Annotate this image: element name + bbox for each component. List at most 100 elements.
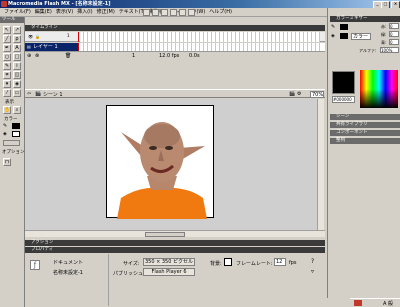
document-icon: ƒ — [30, 260, 40, 270]
oval-tool-icon[interactable]: ○ — [3, 53, 11, 61]
color-mixer-header[interactable]: カラーミキサー — [330, 16, 400, 22]
framerate-input[interactable]: 12 — [274, 258, 286, 266]
menu-item-3[interactable]: 挿入(I) — [77, 8, 92, 17]
window-title: Macromedia Flash MX - [名称未設定-1] — [8, 1, 111, 7]
text-tool-icon[interactable]: A — [13, 44, 21, 52]
playhead[interactable] — [78, 32, 79, 42]
title-bar: Macromedia Flash MX - [名称未設定-1] _ □ × — [0, 0, 400, 9]
smooth-tool-icon[interactable] — [152, 9, 159, 16]
back-arrow-icon[interactable]: ⇦ — [27, 91, 31, 97]
stage-vertical-scrollbar[interactable] — [317, 99, 324, 230]
timeline-status-bar: ⊕ ⊗ 🗑 1 12.0 fps 0.0s — [25, 51, 325, 60]
menu-item-8[interactable]: ヘルプ(H) — [209, 8, 232, 17]
right-eye — [165, 146, 173, 150]
pen-tool-icon[interactable]: ✒ — [3, 44, 11, 52]
align-tool-icon[interactable] — [188, 9, 195, 16]
help-icon[interactable]: ? — [311, 258, 314, 265]
horizontal-scroll-thumb[interactable] — [145, 232, 185, 237]
frame-rate-value: 12.0 fps — [159, 53, 180, 59]
subselect-tool-icon[interactable]: ↗ — [13, 26, 21, 34]
timeline-header[interactable]: タイムライン — [25, 25, 325, 31]
ime-indicator[interactable]: A 般 — [383, 300, 393, 307]
fill-color-swatch[interactable] — [12, 131, 20, 137]
lock-icon[interactable]: 🔒 — [35, 34, 40, 39]
stroke-pen-icon[interactable]: ✎ — [331, 24, 339, 30]
character-illustration — [117, 122, 207, 219]
scale-tool-icon[interactable] — [179, 9, 186, 16]
document-size-button[interactable]: 350 × 350 ピクセル — [143, 258, 195, 266]
swap-colors-icons[interactable] — [3, 140, 20, 146]
mixer-stroke-swatch[interactable] — [340, 24, 348, 30]
blue-label: 青: — [381, 40, 387, 45]
menu-item-0[interactable]: ファイル(F) — [4, 8, 31, 17]
edit-symbol-icon[interactable]: ⚙ — [297, 91, 301, 97]
eye-icon[interactable]: 👁 — [28, 34, 33, 39]
scenes-panel-header[interactable]: シーン — [330, 114, 400, 120]
expand-icon[interactable]: ▿ — [311, 268, 314, 275]
fill-style-select[interactable]: カラー — [351, 33, 371, 40]
ink-bottle-tool-icon[interactable]: ▾ — [3, 80, 11, 88]
frame-ruler — [80, 32, 320, 42]
green-label: 緑: — [381, 32, 387, 37]
green-value[interactable]: 0 — [389, 31, 399, 37]
scene-icon: 🎬 — [35, 91, 42, 97]
background-color-swatch[interactable] — [224, 258, 232, 266]
hex-value[interactable]: #000000 — [332, 96, 355, 103]
stroke-color-icon[interactable]: ✎ — [3, 123, 10, 129]
publish-settings-button[interactable]: Flash Player 6 — [143, 268, 195, 276]
arrow-tool-icon[interactable]: ↖ — [3, 26, 11, 34]
actions-header[interactable]: アクション — [25, 240, 325, 246]
stage-horizontal-scrollbar[interactable] — [25, 230, 325, 237]
blue-value[interactable]: 0 — [389, 39, 399, 45]
left-ear — [121, 132, 143, 156]
stroke-color-swatch[interactable] — [12, 123, 20, 129]
rectangle-tool-icon[interactable]: □ — [13, 53, 21, 61]
paint-bucket-tool-icon[interactable]: ◈ — [13, 80, 21, 88]
fill-color-icon[interactable]: ◈ — [3, 131, 10, 137]
mixer-fill-swatch[interactable] — [340, 33, 348, 39]
color-spectrum-picker[interactable] — [360, 70, 398, 108]
rotate-tool-icon[interactable] — [170, 9, 177, 16]
snap-tool-icon[interactable] — [143, 9, 150, 16]
layer-frames[interactable] — [80, 43, 320, 51]
layer-row[interactable]: レイヤー 1 ▤ — [25, 43, 325, 51]
free-transform-tool-icon[interactable]: ⌗ — [3, 71, 11, 79]
menu-item-4[interactable]: 修正(M) — [97, 8, 115, 17]
lasso-tool-icon[interactable]: ρ — [13, 35, 21, 43]
color-preview — [332, 71, 355, 94]
snap-option-icon[interactable]: ⊓ — [3, 158, 11, 166]
eraser-tool-icon[interactable]: ▭ — [13, 89, 21, 97]
stage-area[interactable] — [25, 99, 324, 230]
menu-item-5[interactable]: テキスト(T) — [119, 8, 146, 17]
background-label: 背景: — [210, 261, 222, 267]
red-value[interactable]: 0 — [389, 23, 399, 29]
zoom-select[interactable]: 70% — [310, 91, 324, 98]
align-panel-header[interactable]: 整列 — [330, 138, 400, 144]
playhead-line — [78, 43, 79, 51]
tray-flash-icon[interactable] — [354, 300, 362, 306]
add-layer-icon[interactable]: ⊕ — [27, 53, 31, 59]
brush-tool-icon[interactable]: ⅰ — [13, 62, 21, 70]
edit-bar: ⇦ 🎬 シーン 1 🎬 ⚙ 70% — [25, 89, 325, 98]
fill-transform-tool-icon[interactable]: ◫ — [13, 71, 21, 79]
menu-item-2[interactable]: 表示(V) — [56, 8, 73, 17]
zoom-tool-icon[interactable]: ⌕ — [13, 106, 21, 114]
stage-canvas[interactable] — [106, 105, 214, 219]
system-tray: A 般 — [350, 298, 400, 307]
hand-tool-icon[interactable]: ✋ — [3, 106, 11, 114]
eyedropper-tool-icon[interactable]: ⁄ — [3, 89, 11, 97]
alpha-value[interactable]: 100% — [380, 47, 399, 53]
library-panel-header[interactable]: 共有ライブラリ — [330, 122, 400, 128]
orange-shirt — [117, 187, 207, 219]
components-panel-header[interactable]: コンポーネント — [330, 130, 400, 136]
delete-layer-icon[interactable]: 🗑 — [65, 53, 71, 59]
properties-header[interactable]: プロパティ — [25, 247, 325, 253]
fill-bucket-icon[interactable]: ◈ — [331, 33, 339, 39]
menu-item-1[interactable]: 編集(E) — [35, 8, 52, 17]
pencil-tool-icon[interactable]: ✎ — [3, 62, 11, 70]
line-tool-icon[interactable]: ╱ — [3, 35, 11, 43]
straighten-tool-icon[interactable] — [161, 9, 168, 16]
layer-1-name[interactable]: レイヤー 1 — [25, 43, 78, 51]
edit-scene-icon[interactable]: 🎬 — [289, 91, 295, 97]
add-guide-layer-icon[interactable]: ⊗ — [35, 53, 39, 59]
